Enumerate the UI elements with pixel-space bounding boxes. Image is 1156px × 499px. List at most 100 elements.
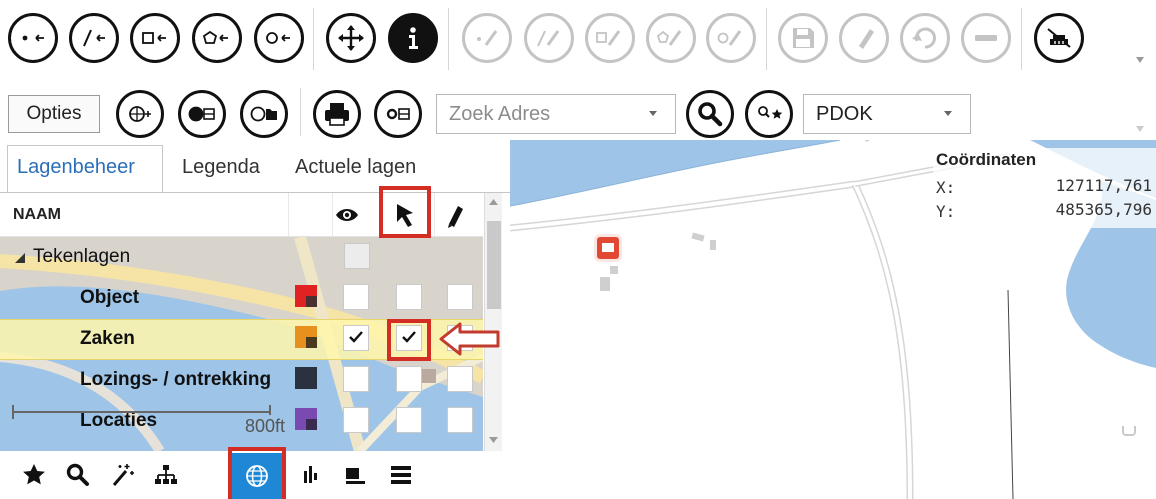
- search-button[interactable]: [686, 90, 734, 138]
- edit-polygon-button[interactable]: [646, 13, 696, 63]
- selectable-checkbox[interactable]: [396, 366, 422, 392]
- tree-button[interactable]: [146, 455, 186, 495]
- edit-circle-button[interactable]: [706, 13, 756, 63]
- magic-wand-button[interactable]: [102, 455, 142, 495]
- search-star-icon: [758, 106, 783, 119]
- layer-row-lozings[interactable]: Lozings- / ontrekking: [0, 360, 483, 401]
- delete-button[interactable]: [961, 13, 1011, 63]
- layer-row-object[interactable]: Object: [0, 278, 483, 319]
- checkmark-icon: [402, 331, 416, 343]
- column-divider: [288, 193, 289, 237]
- draw-circle-button[interactable]: [254, 13, 304, 63]
- layer-folder-button[interactable]: [240, 90, 288, 138]
- layers-button[interactable]: [335, 455, 375, 495]
- chevron-down-icon[interactable]: [649, 111, 657, 116]
- select-arrow-icon[interactable]: [393, 201, 419, 229]
- legend-swatch-icon: [295, 408, 317, 430]
- edit-polygon-icon: [656, 30, 682, 46]
- magic-wand-icon: [112, 464, 134, 486]
- pencil-icon[interactable]: [443, 201, 467, 229]
- scale-bar: [12, 405, 271, 419]
- group-row-tekenlagen[interactable]: Tekenlagen: [0, 237, 483, 278]
- address-search-field[interactable]: Zoek Adres: [436, 94, 676, 134]
- tab-legenda[interactable]: Legenda: [182, 156, 260, 179]
- visible-checkbox[interactable]: [343, 407, 369, 433]
- editable-checkbox[interactable]: [447, 284, 473, 310]
- draw-polygon-button[interactable]: [192, 13, 242, 63]
- draw-rectangle-button[interactable]: [130, 13, 180, 63]
- add-layer-button[interactable]: [116, 90, 164, 138]
- save-icon: [793, 28, 814, 48]
- search-icon: [66, 463, 89, 486]
- collapse-triangle-icon[interactable]: [14, 252, 26, 264]
- clear-drawing-button[interactable]: [1034, 13, 1084, 63]
- map-toolbar: Opties Zoek Adres PDOK: [0, 84, 1156, 139]
- edit-line-button[interactable]: [524, 13, 574, 63]
- save-button[interactable]: [778, 13, 828, 63]
- resize-handle-icon[interactable]: [1122, 426, 1136, 436]
- search-icon: [698, 102, 723, 127]
- toolbar-divider: [1021, 8, 1022, 70]
- draw-polygon-icon: [202, 30, 228, 44]
- visible-checkbox[interactable]: [343, 366, 369, 392]
- print-button[interactable]: [313, 90, 361, 138]
- menu-button[interactable]: [381, 455, 421, 495]
- edit-circle-icon: [717, 30, 742, 46]
- edit-point-button[interactable]: [462, 13, 512, 63]
- globe-button[interactable]: [232, 453, 282, 499]
- draw-point-icon: [22, 34, 44, 42]
- toolbar-divider: [766, 8, 767, 70]
- pencil-button[interactable]: [839, 13, 889, 63]
- coordinate-y-value: 485365,796: [1055, 200, 1152, 219]
- group-visible-checkbox[interactable]: [344, 243, 370, 269]
- undo-button[interactable]: [900, 13, 950, 63]
- layer-panel: Lagenbeheer Legenda Actuele lagen NAAM T…: [0, 140, 510, 451]
- column-header-naam[interactable]: NAAM: [13, 206, 61, 224]
- tab-lagenbeheer[interactable]: Lagenbeheer: [17, 156, 135, 179]
- draw-line-button[interactable]: [69, 13, 119, 63]
- info-button[interactable]: [388, 13, 438, 63]
- chevron-down-icon[interactable]: [944, 111, 952, 116]
- overflow-caret-icon[interactable]: [1136, 57, 1144, 63]
- print-icon: [325, 103, 349, 126]
- scroll-down-icon[interactable]: [489, 437, 498, 443]
- toolbar-divider: [448, 8, 449, 70]
- layer-row-zaken[interactable]: Zaken: [0, 319, 483, 360]
- selectable-checkbox[interactable]: [396, 325, 422, 351]
- editable-checkbox[interactable]: [447, 366, 473, 392]
- coordinates-title: Coördinaten: [936, 150, 1037, 169]
- undo-icon: [912, 27, 936, 49]
- menu-icon: [391, 466, 411, 484]
- pencil-icon: [859, 29, 874, 49]
- scroll-up-icon[interactable]: [489, 199, 498, 205]
- favorites-button[interactable]: [14, 455, 54, 495]
- move-button[interactable]: [326, 13, 376, 63]
- scrollbar-thumb[interactable]: [487, 221, 501, 309]
- layer-table-button[interactable]: [178, 90, 226, 138]
- zaak-marker-icon[interactable]: [594, 234, 622, 262]
- chart-button[interactable]: [291, 455, 331, 495]
- group-label: Tekenlagen: [33, 246, 131, 267]
- draw-point-button[interactable]: [8, 13, 58, 63]
- edit-line-icon: [537, 30, 560, 47]
- search-favorite-button[interactable]: [745, 90, 793, 138]
- edit-rectangle-button[interactable]: [585, 13, 635, 63]
- visible-checkbox[interactable]: [343, 284, 369, 310]
- app-window: Opties Zoek Adres PDOK Coördinaten X: 12…: [0, 0, 1156, 499]
- settings-table-button[interactable]: [374, 90, 422, 138]
- opties-button[interactable]: Opties: [8, 95, 100, 133]
- search-tool-button[interactable]: [58, 455, 98, 495]
- selectable-checkbox[interactable]: [396, 284, 422, 310]
- layer-label: Lozings- / ontrekking: [80, 369, 272, 390]
- chart-icon: [304, 466, 317, 483]
- tab-actuele-lagen[interactable]: Actuele lagen: [295, 156, 416, 179]
- globe-icon: [246, 465, 268, 487]
- eye-icon[interactable]: [334, 205, 360, 225]
- source-select[interactable]: PDOK: [803, 94, 971, 134]
- visible-checkbox[interactable]: [343, 325, 369, 351]
- selectable-checkbox[interactable]: [396, 407, 422, 433]
- panel-tabs: Lagenbeheer Legenda Actuele lagen: [0, 140, 510, 193]
- editable-checkbox[interactable]: [447, 407, 473, 433]
- overflow-caret-icon[interactable]: [1136, 126, 1144, 132]
- legend-swatch-icon: [295, 285, 317, 307]
